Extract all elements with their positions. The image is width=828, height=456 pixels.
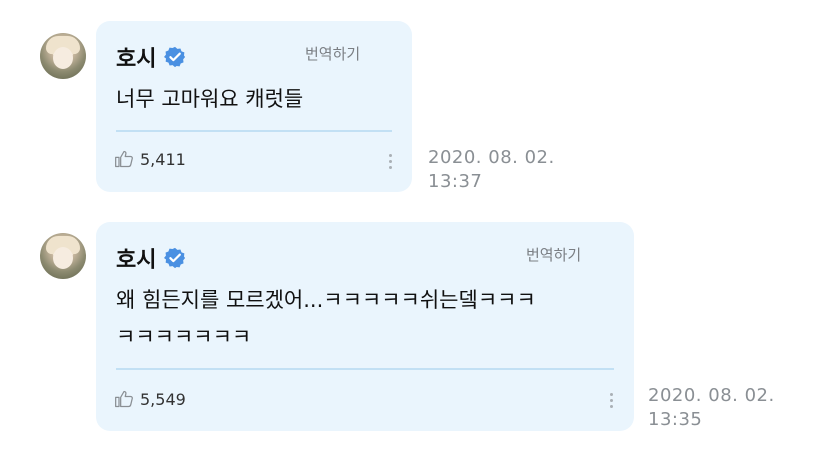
like-button[interactable]: 5,549 [114, 389, 186, 409]
avatar-face [53, 47, 73, 69]
like-button[interactable]: 5,411 [114, 149, 186, 169]
comment-text: 왜 힘든지를 모르겠어...ㅋㅋㅋㅋㅋ쉬는뎈ㅋㅋㅋ ㅋㅋㅋㅋㅋㅋㅋ [116, 284, 536, 354]
avatar[interactable] [40, 233, 86, 279]
like-count: 5,411 [140, 149, 186, 169]
avatar-face [53, 247, 73, 269]
more-options-icon[interactable] [610, 393, 614, 408]
timestamp: 2020. 08. 02. 13:35 [648, 384, 775, 432]
comment-bubble: 호시 번역하기 너무 고마워요 캐럿들 5,411 [96, 21, 412, 192]
more-options-icon[interactable] [389, 154, 393, 169]
verified-badge-icon [164, 46, 186, 68]
comment-bubble: 호시 번역하기 왜 힘든지를 모르겠어...ㅋㅋㅋㅋㅋ쉬는뎈ㅋㅋㅋ ㅋㅋㅋㅋㅋㅋ… [96, 222, 634, 431]
divider [116, 130, 392, 132]
timestamp-date: 2020. 08. 02. [648, 385, 775, 406]
timestamp-date: 2020. 08. 02. [428, 147, 555, 168]
author-row: 호시 [116, 41, 186, 73]
translate-button[interactable]: 번역하기 [526, 244, 581, 265]
author-name[interactable]: 호시 [116, 41, 156, 73]
author-name[interactable]: 호시 [116, 242, 156, 274]
comment-text-line: 왜 힘든지를 모르겠어...ㅋㅋㅋㅋㅋ쉬는뎈ㅋㅋㅋ [116, 288, 536, 312]
timestamp: 2020. 08. 02. 13:37 [428, 146, 555, 194]
timestamp-time: 13:37 [428, 171, 483, 192]
thumbs-up-icon [115, 150, 133, 168]
comment-text: 너무 고마워요 캐럿들 [116, 87, 304, 111]
timestamp-time: 13:35 [648, 409, 703, 430]
like-count: 5,549 [140, 389, 186, 409]
author-row: 호시 [116, 242, 186, 274]
divider [116, 368, 614, 370]
avatar[interactable] [40, 33, 86, 79]
verified-badge-icon [164, 247, 186, 269]
comment-text-line: ㅋㅋㅋㅋㅋㅋㅋ [116, 325, 252, 349]
thumbs-up-icon [115, 390, 133, 408]
translate-button[interactable]: 번역하기 [305, 43, 360, 64]
